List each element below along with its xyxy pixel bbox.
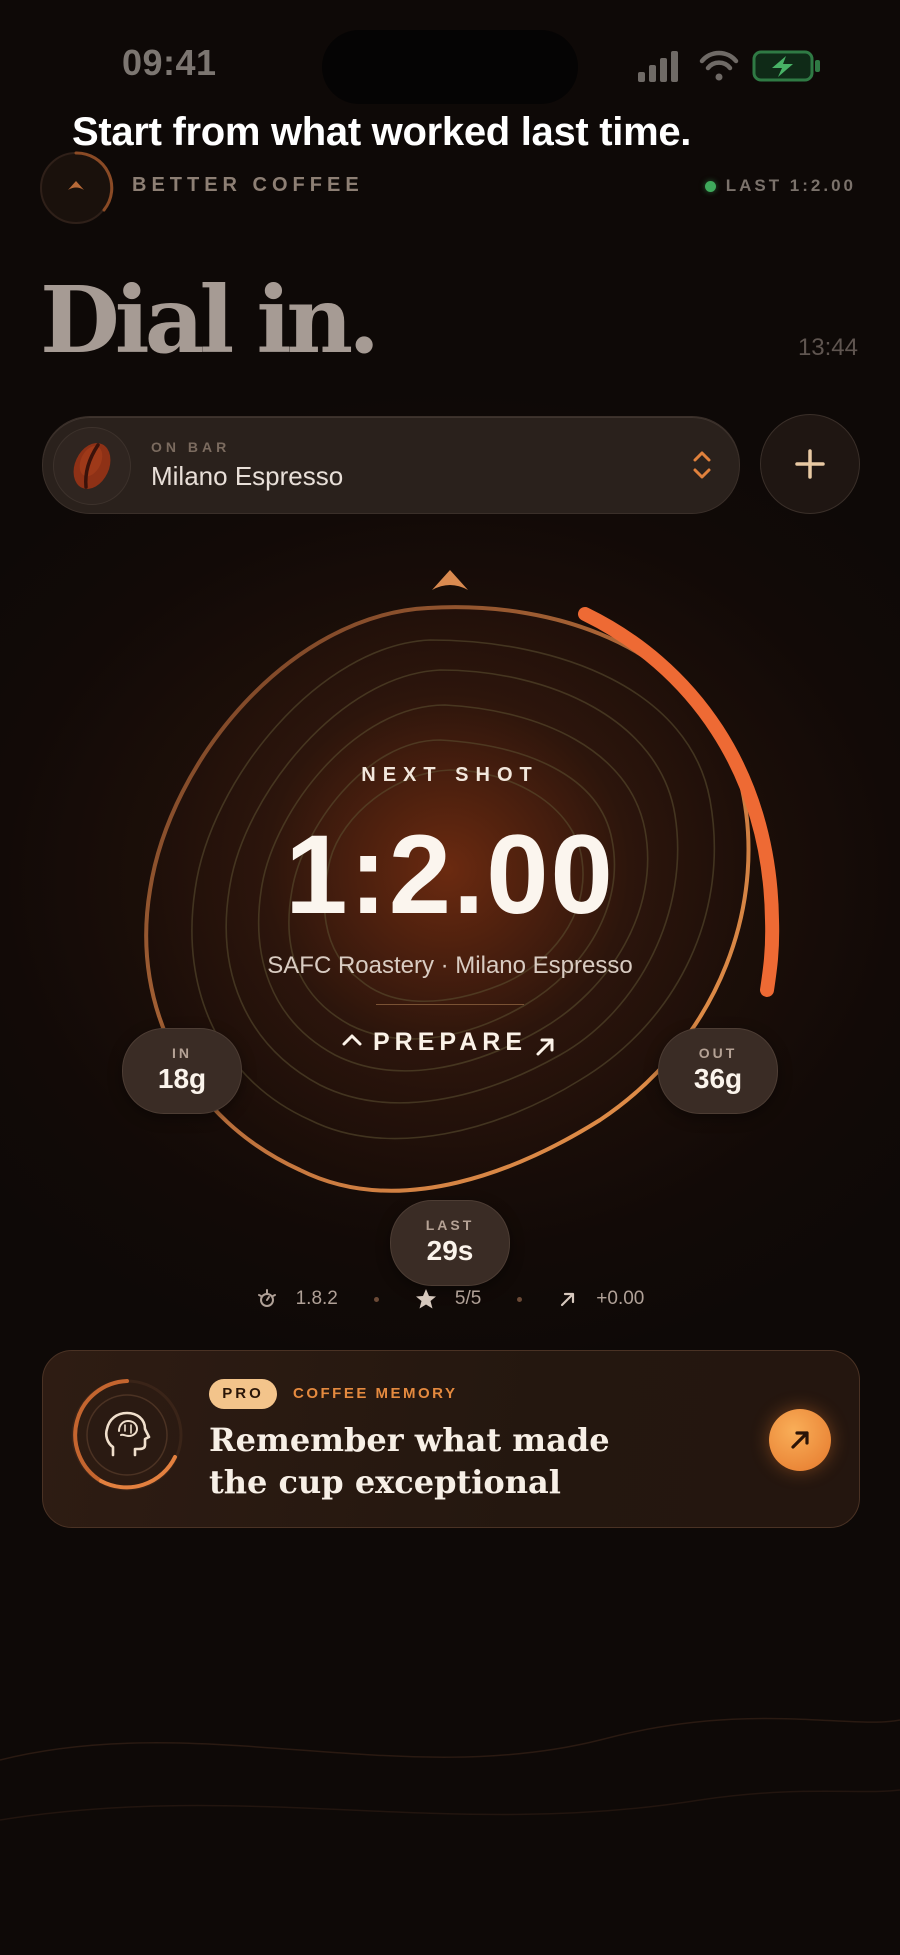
open-memory-button[interactable]: [769, 1409, 831, 1471]
last-time-value: 29s: [426, 1235, 474, 1266]
status-icons: [638, 50, 820, 82]
pro-badge: PRO: [209, 1379, 277, 1409]
status-time: 09:41: [122, 42, 217, 83]
coffee-bean-icon: [73, 443, 111, 489]
page-title: Dial in.: [40, 266, 380, 374]
delta-value: +0.00: [596, 1288, 645, 1309]
last-time-label: LAST: [425, 1217, 475, 1233]
yield-out-value: 36g: [693, 1063, 743, 1094]
yield-out-label: OUT: [698, 1045, 738, 1061]
rating-value: 5/5: [454, 1288, 482, 1309]
separator-dot: [373, 1296, 379, 1302]
chevron-up-down-icon: [693, 451, 711, 479]
on-bar-label: ON BAR: [151, 439, 231, 455]
pro-coffee-memory-card[interactable]: PRO COFFEE MEMORY Remember what made the…: [42, 1350, 860, 1528]
last-ratio-indicator: LAST 1:2.00: [704, 176, 856, 196]
top-marker-icon: [432, 570, 468, 590]
wifi-icon: [699, 50, 739, 81]
arrow-up-right-icon: [791, 1431, 809, 1449]
brew-ratio: 1:2.00: [285, 812, 615, 937]
bean-name: Milano Espresso: [151, 461, 344, 491]
coffee-memory-label: COFFEE MEMORY: [293, 1385, 458, 1402]
separator-dot: [517, 1296, 523, 1302]
bean-avatar: [53, 427, 131, 505]
grind-icon: [257, 1289, 276, 1307]
last-ratio-label: LAST 1:2.00: [725, 176, 856, 195]
shot-stats-row: 1.8.2 5/5 +0.00: [0, 1288, 900, 1310]
grind-value: 1.8.2: [295, 1288, 338, 1309]
dose-in-pill[interactable]: IN 18g: [122, 1028, 242, 1114]
background-swirl: [0, 1717, 900, 1821]
brand-name: BETTER COFFEE: [132, 174, 364, 196]
battery-charging-icon: [752, 50, 820, 82]
dose-in-value: 18g: [157, 1063, 207, 1094]
bean-origin: SAFC Roastery · Milano Espresso: [267, 952, 633, 979]
status-dot: [704, 180, 716, 192]
next-shot-label: NEXT SHOT: [361, 764, 539, 786]
bean-selector[interactable]: ON BAR Milano Espresso: [42, 416, 740, 514]
divider: [376, 1004, 524, 1005]
elapsed-clock: 13:44: [797, 334, 858, 361]
last-time-pill[interactable]: LAST 29s: [390, 1200, 510, 1286]
star-icon: [415, 1289, 436, 1309]
yield-out-pill[interactable]: OUT 36g: [658, 1028, 778, 1114]
brain-head-icon: [71, 1379, 183, 1491]
brand-logo-icon: [40, 151, 114, 224]
signal-icon: [638, 51, 678, 82]
dynamic-island: [322, 30, 578, 104]
pro-card-title: Remember what made the cup exceptional: [209, 1421, 610, 1501]
trend-arrow-icon: [561, 1292, 575, 1307]
dose-in-label: IN: [172, 1045, 192, 1061]
add-bean-button[interactable]: [760, 414, 860, 514]
plus-icon: [795, 449, 825, 479]
caption-heading: Start from what worked last time.: [72, 110, 692, 154]
